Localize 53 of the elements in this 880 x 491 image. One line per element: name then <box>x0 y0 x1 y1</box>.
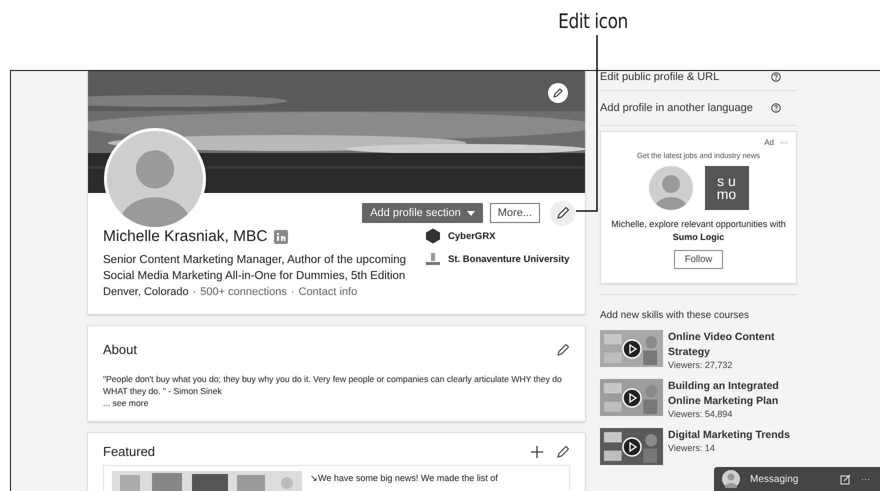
hexagon-logo-icon <box>425 228 441 244</box>
featured-post-text: ↘We have some big news! We made the list of <box>310 472 498 485</box>
edit-button[interactable] <box>550 200 575 226</box>
edit-icon[interactable] <box>553 88 563 98</box>
profile-headline: Senior Content Marketing Manager, Author of the upcoming Social Media Marketing All-in-One for Dummies, 5th Edition <box>103 253 408 284</box>
course-title[interactable]: Online Video Content Strategy <box>668 330 800 360</box>
courses-heading: Add new skills with these courses <box>600 294 797 321</box>
edit-icon[interactable] <box>556 206 570 220</box>
viewer-count: Viewers: 14 <box>668 443 716 453</box>
avatar <box>722 470 740 488</box>
sidebar-link[interactable]: Add profile in another language <box>600 102 753 114</box>
separator-dot: · <box>192 286 196 298</box>
viewer-count: Viewers: 54,894 <box>668 409 734 419</box>
help-icon[interactable] <box>771 72 781 82</box>
compose-icon[interactable] <box>840 474 851 484</box>
connections-link[interactable]: 500+ connections <box>200 286 287 298</box>
section-title: About <box>103 342 137 357</box>
edit-icon[interactable] <box>556 342 570 356</box>
follow-button[interactable]: Follow <box>674 250 724 269</box>
help-icon[interactable] <box>771 103 781 113</box>
featured-post[interactable]: ↘We have some big news! We made the list of <box>103 465 570 491</box>
play-icon[interactable] <box>622 437 642 457</box>
sumo-logo: s u mo <box>704 166 748 210</box>
ad-message: Michelle, explore relevant opportunities with Sumo Logic <box>610 218 787 244</box>
separator-dot: · <box>290 286 294 298</box>
caret-icon <box>466 210 475 216</box>
more-button[interactable]: More... <box>490 203 540 223</box>
contact-info-link[interactable]: Contact info <box>298 286 358 298</box>
callout-label: Edit icon <box>558 9 628 35</box>
add-profile-section-button[interactable]: Add profile section <box>362 203 483 223</box>
viewer-count: Viewers: 27,732 <box>668 360 734 370</box>
more-options-button[interactable]: ··· <box>780 138 788 147</box>
play-icon[interactable] <box>622 339 642 359</box>
ad-label: Ad <box>764 138 774 147</box>
in-badge-icon <box>274 230 288 244</box>
see-more-link[interactable]: ... see more <box>103 397 570 409</box>
edit-icon[interactable] <box>556 444 570 458</box>
organization-link[interactable]: CyberGRX <box>448 230 496 242</box>
course-title[interactable]: Digital Marketing Trends <box>668 428 800 443</box>
course-title[interactable]: Building an Integrated Online Marketing Plan <box>668 379 800 409</box>
add-icon[interactable] <box>530 444 544 458</box>
messaging-label: Messaging <box>750 474 800 484</box>
about-text: "People don't buy what you do; they buy why you do it. Very few people or companies can clearly articulate WHY they do WHAT they do. " - Simon Sinek <box>103 373 563 397</box>
section-title: Featured <box>103 444 156 459</box>
play-icon[interactable] <box>622 388 642 408</box>
more-options-button[interactable]: ··· <box>861 474 870 484</box>
messaging-bar[interactable]: Messaging ··· <box>714 467 880 491</box>
organization-link[interactable]: St. Bonaventure University <box>448 254 570 264</box>
school-logo-icon <box>425 252 441 266</box>
sidebar-link[interactable]: Edit public profile & URL <box>600 71 720 83</box>
avatar <box>648 166 692 210</box>
profile-name: Michelle Krasniak, MBC <box>103 228 268 246</box>
location-text: Denver, Colorado <box>103 286 189 298</box>
